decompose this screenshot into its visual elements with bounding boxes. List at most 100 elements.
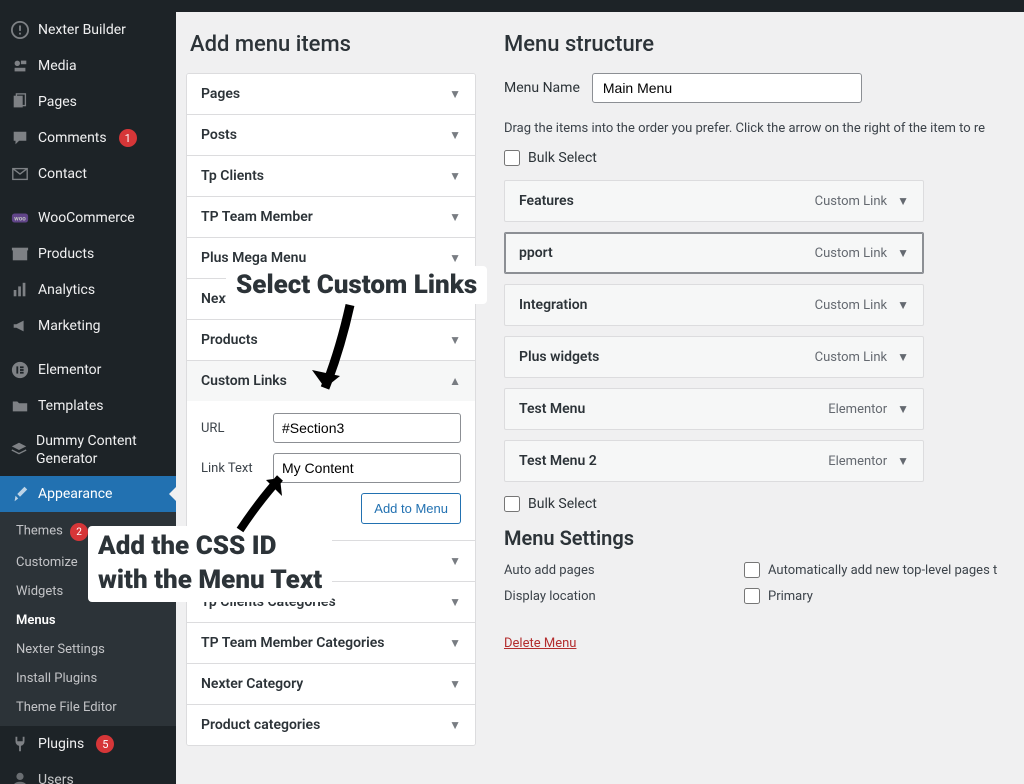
sidebar-label: Templates [38,398,104,414]
sidebar-item-templates[interactable]: Templates [0,388,176,424]
count-badge: 5 [96,735,114,753]
count-badge: 1 [119,129,137,147]
acc-pages[interactable]: Pages▼ [187,74,475,115]
menu-item-integration[interactable]: Integration Custom Link▼ [504,284,924,326]
menu-item-features[interactable]: Features Custom Link▼ [504,180,924,222]
auto-add-checkbox[interactable] [744,562,760,578]
menu-item-type: Custom Link [815,298,887,313]
sidebar-item-marketing[interactable]: Marketing [0,308,176,344]
acc-tp-clients-categories[interactable]: Tp Clients Categories▼ [187,582,475,623]
menu-name-input[interactable] [592,73,862,103]
sidebar-label: Users [38,772,74,784]
appearance-submenu: Themes 2 Customize Widgets Menus Nexter … [0,512,176,726]
acc-label: Product categories [201,717,320,733]
acc-label: Categories [201,553,269,569]
menu-structure-column: Menu structure Menu Name Drag the items … [492,12,1024,784]
acc-tp-team-categories[interactable]: TP Team Member Categories▼ [187,623,475,664]
comments-icon [10,128,30,148]
menu-item-support[interactable]: pport Custom Link▼ [504,232,924,274]
menu-item-label: Test Menu 2 [519,453,597,469]
delete-menu-link[interactable]: Delete Menu [504,636,576,651]
menu-item-plus-widgets[interactable]: Plus widgets Custom Link▼ [504,336,924,378]
pages-icon [10,92,30,112]
acc-nexter-category[interactable]: Nexter Category▼ [187,664,475,705]
acc-nexter-builder[interactable]: Nexter Builder▼ [187,279,475,320]
acc-label: Plus Mega Menu [201,250,306,266]
primary-location-option: Primary [768,589,813,604]
count-badge: 2 [70,523,88,541]
acc-plus-mega-menu[interactable]: Plus Mega Menu ▼ [187,238,475,279]
bulk-select-checkbox-bottom[interactable] [504,496,520,512]
add-menu-items-column: Add menu items Pages▼ Posts▼ Tp Clients▼… [176,12,492,784]
chevron-down-icon: ▼ [897,350,909,364]
svg-text:woo: woo [14,215,26,223]
menu-item-list: Features Custom Link▼ pport Custom Link▼… [504,180,1024,482]
chevron-down-icon: ▼ [449,595,461,609]
acc-product-categories[interactable]: Product categories▼ [187,705,475,745]
sidebar-item-products[interactable]: Products [0,236,176,272]
submenu-customize[interactable]: Customize [0,548,176,577]
menu-item-label: Features [519,193,574,209]
sidebar-item-comments[interactable]: Comments 1 [0,120,176,156]
sidebar-item-dummy-content[interactable]: Dummy Content Generator [0,424,176,476]
display-location-label: Display location [504,589,744,604]
url-input[interactable] [273,413,461,443]
submenu-themes[interactable]: Themes 2 [0,516,176,548]
acc-label: Pages [201,86,240,102]
sidebar-item-contact[interactable]: Contact [0,156,176,192]
acc-products[interactable]: Products▼ [187,320,475,361]
add-to-menu-button[interactable]: Add to Menu [361,493,461,524]
menu-item-type: Custom Link [815,246,887,261]
submenu-widgets[interactable]: Widgets [0,577,176,606]
link-text-label: Link Text [201,461,263,476]
sidebar-item-nexter-builder[interactable]: Nexter Builder [0,12,176,48]
folder-icon [10,396,30,416]
chevron-down-icon: ▼ [449,292,461,306]
bars-icon [10,280,30,300]
acc-tp-clients[interactable]: Tp Clients▼ [187,156,475,197]
sidebar-item-woocommerce[interactable]: woo WooCommerce [0,200,176,236]
woo-icon: woo [10,208,30,228]
plug-icon [10,734,30,754]
sidebar-label: Plugins [38,736,84,752]
menu-item-test-menu-2[interactable]: Test Menu 2 Elementor ▼ [504,440,924,482]
sidebar-item-pages[interactable]: Pages [0,84,176,120]
menu-item-type: Elementor [828,454,887,469]
bulk-select-label: Bulk Select [528,496,597,512]
submenu-nexter-settings[interactable]: Nexter Settings [0,635,176,664]
link-text-input[interactable] [273,453,461,483]
menu-item-type: Custom Link [815,194,887,209]
warn-icon [10,20,30,40]
brush-icon [10,484,30,504]
submenu-menus[interactable]: Menus [0,606,176,635]
sidebar-item-users[interactable]: Users [0,762,176,784]
acc-posts[interactable]: Posts▼ [187,115,475,156]
bulk-select-checkbox-top[interactable] [504,150,520,166]
menu-item-test-menu[interactable]: Test Menu Elementor▼ [504,388,924,430]
sidebar-item-appearance[interactable]: Appearance [0,476,176,512]
sidebar-item-analytics[interactable]: Analytics [0,272,176,308]
chevron-down-icon: ▼ [449,251,461,265]
sidebar-item-media[interactable]: Media [0,48,176,84]
sidebar-label: Comments [38,130,107,146]
sidebar-label: Marketing [38,318,101,334]
add-items-heading: Add menu items [190,32,476,57]
menu-structure-heading: Menu structure [504,32,1024,57]
acc-categories[interactable]: Categories▼ [187,541,475,582]
acc-custom-links[interactable]: Custom Links▲ URL Link Text Add to Menu [187,361,475,541]
primary-location-checkbox[interactable] [744,588,760,604]
auto-add-label: Auto add pages [504,563,744,578]
sidebar-item-plugins[interactable]: Plugins 5 [0,726,176,762]
chevron-down-icon: ▼ [449,333,461,347]
auto-add-option: Automatically add new top-level pages t [768,563,997,578]
chevron-down-icon: ▼ [897,454,909,468]
submenu-install-plugins[interactable]: Install Plugins [0,664,176,693]
acc-tp-team-member[interactable]: TP Team Member▼ [187,197,475,238]
sidebar-label: Nexter Builder [38,22,126,38]
acc-label: Custom Links [201,373,287,389]
bulk-select-label: Bulk Select [528,150,597,166]
submenu-theme-file-editor[interactable]: Theme File Editor [0,693,176,722]
chevron-down-icon: ▼ [449,210,461,224]
sidebar-item-elementor[interactable]: Elementor [0,352,176,388]
chevron-down-icon: ▼ [449,636,461,650]
